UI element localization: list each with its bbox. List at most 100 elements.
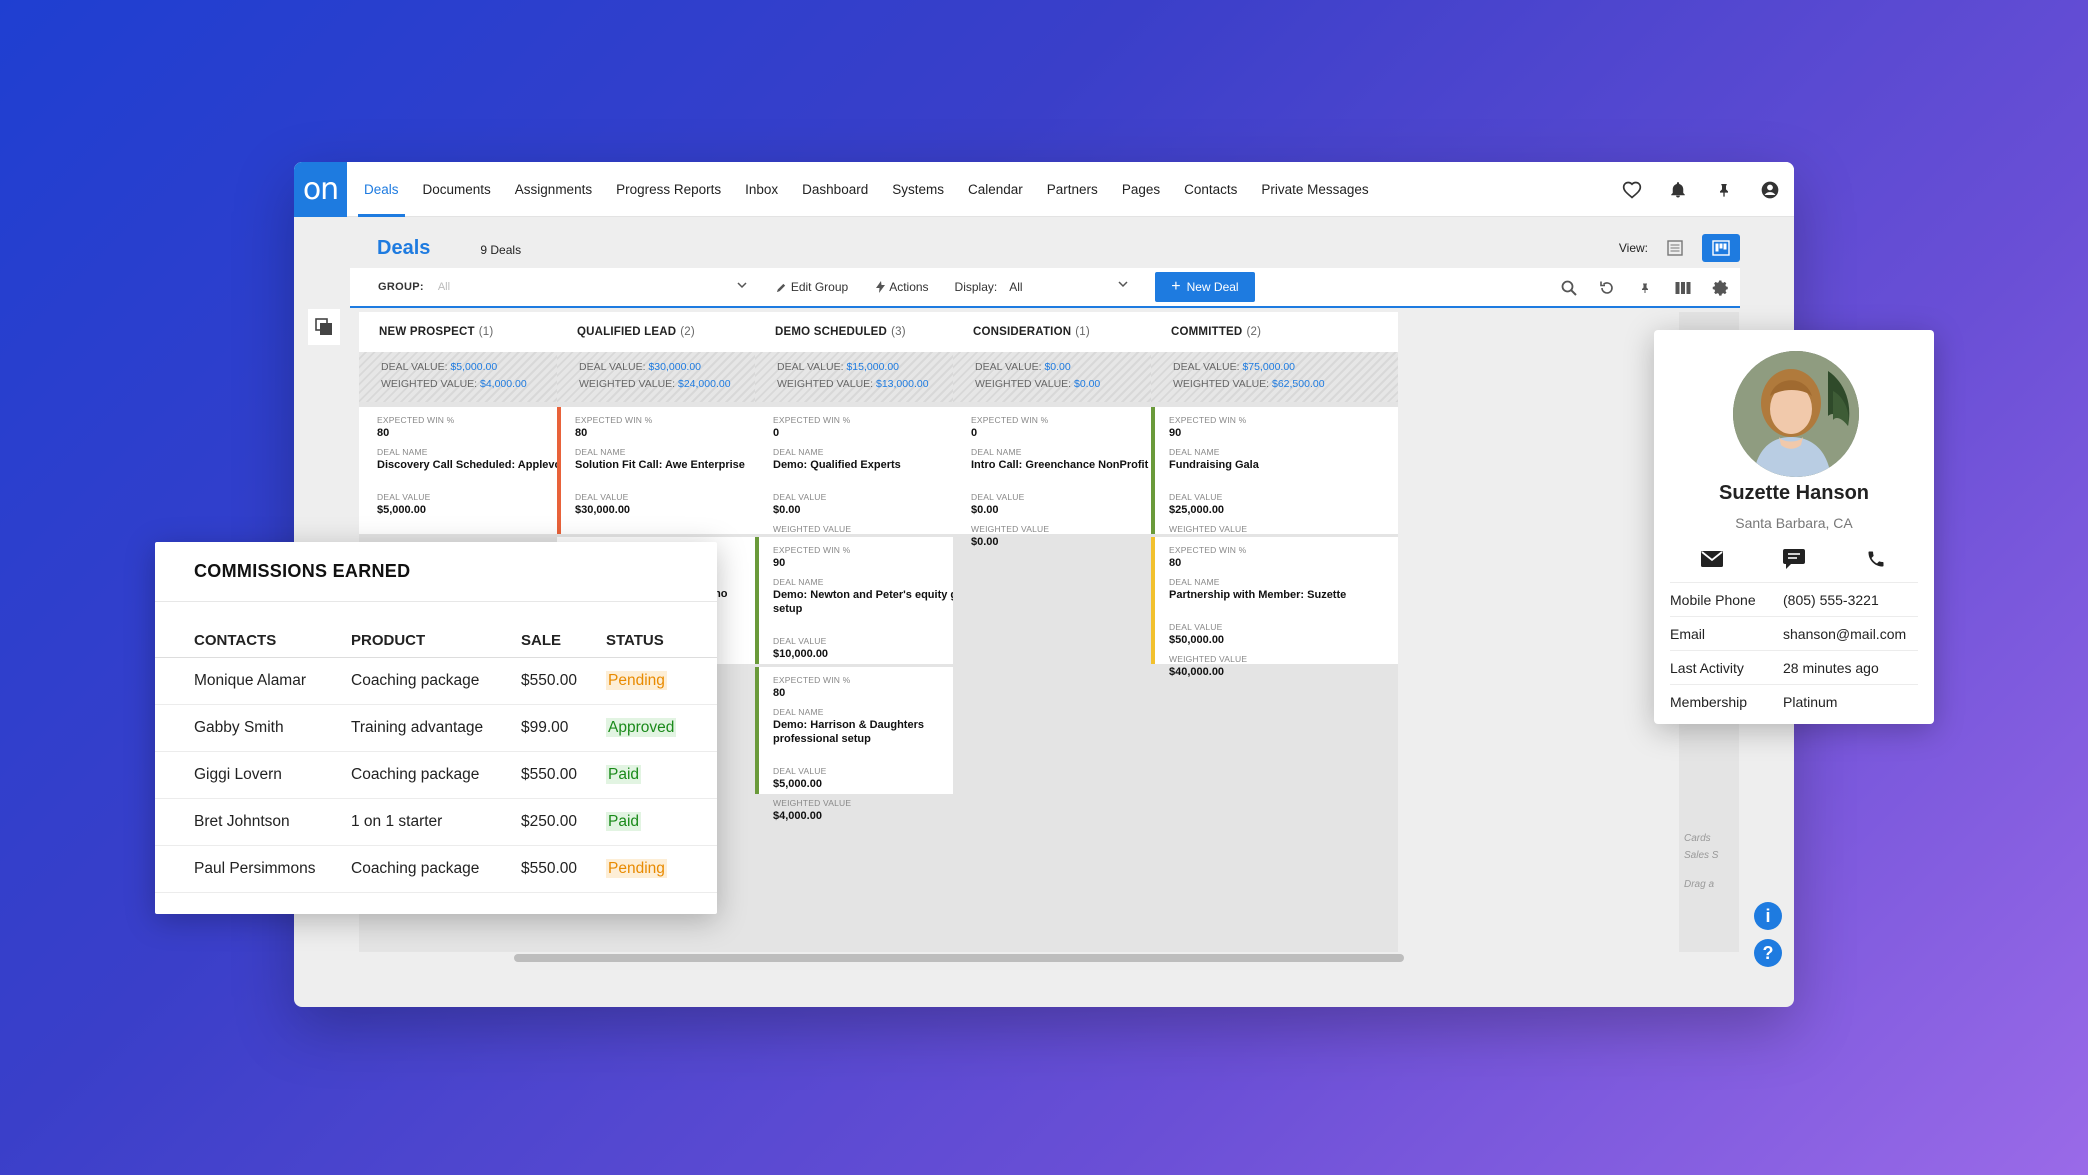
- board-view-icon: [1712, 240, 1730, 256]
- profile-name: Suzette Hanson: [1718, 482, 1870, 504]
- nav-item-contacts[interactable]: Contacts: [1172, 162, 1249, 217]
- group-select-value: All: [437, 281, 451, 293]
- display-select[interactable]: All: [1009, 280, 1129, 294]
- product-name: 1 on 1 starter: [351, 813, 443, 830]
- commissions-row[interactable]: Gabby Smith Training advantage $99.00 Appro…: [155, 705, 717, 752]
- nav-item-inbox[interactable]: Inbox: [733, 162, 790, 217]
- status-cell: Approved: [606, 718, 716, 737]
- avatar: [1733, 351, 1859, 477]
- commissions-header-row: CONTACTS PRODUCT SALE STATUS: [155, 624, 717, 658]
- column-count: (2): [680, 326, 695, 338]
- copy-icon: [315, 318, 332, 335]
- nav-item-dashboard[interactable]: Dashboard: [790, 162, 880, 217]
- user-circle-icon[interactable]: [1758, 178, 1782, 202]
- deal-name-label: DEAL NAME: [1169, 577, 1220, 587]
- column-title: DEMO SCHEDULED: [775, 326, 888, 338]
- expected-win-label: EXPECTED WIN %: [1169, 545, 1247, 555]
- board-view-button[interactable]: [1702, 234, 1740, 262]
- lightning-icon: [876, 281, 886, 293]
- status-badge: Pending: [606, 671, 667, 690]
- commissions-row[interactable]: Bret Johntson 1 on 1 starter $250.00 Paid: [155, 799, 717, 846]
- nav-item-pages[interactable]: Pages: [1110, 162, 1172, 217]
- nav-item-private-messages[interactable]: Private Messages: [1249, 162, 1380, 217]
- nav-item-systems[interactable]: Systems: [880, 162, 956, 217]
- horizontal-scrollbar[interactable]: [514, 954, 1404, 962]
- profile-field-row: Mobile Phone (805) 555-3221: [1670, 582, 1918, 616]
- profile-field-value[interactable]: shanson@mail.com: [1783, 626, 1906, 642]
- profile-field-row: Last Activity 28 minutes ago: [1670, 650, 1918, 684]
- logo[interactable]: on: [294, 162, 347, 217]
- profile-actions: [1699, 546, 1889, 572]
- weighted-value-label: WEIGHTED VALUE: [1169, 524, 1248, 534]
- profile-location: Santa Barbara, CA: [1735, 515, 1853, 531]
- mail-icon[interactable]: [1699, 546, 1725, 572]
- heart-icon[interactable]: [1620, 178, 1644, 202]
- chat-icon[interactable]: [1781, 546, 1807, 572]
- weighted-value-label: WEIGHTED VALUE:: [1173, 378, 1270, 390]
- commissions-row[interactable]: Paul Persimmons Coaching package $550.00 Pe…: [155, 846, 717, 893]
- weighted-value-summary: WEIGHTED VALUE: $4,000.00: [381, 376, 584, 393]
- nav-item-partners[interactable]: Partners: [1035, 162, 1110, 217]
- columns-icon[interactable]: [1672, 277, 1694, 299]
- weighted-value-label: WEIGHTED VALUE: [1169, 654, 1248, 664]
- commissions-row[interactable]: Monique Alamar Coaching package $550.00 Pen…: [155, 658, 717, 705]
- toolbar: GROUP: All Edit Group Actions Display: A…: [350, 268, 1740, 308]
- column-count: (3): [891, 326, 906, 338]
- display-label: Display:: [954, 280, 998, 294]
- page-header: Deals 9 Deals: [377, 237, 521, 260]
- search-icon[interactable]: [1558, 277, 1580, 299]
- commissions-header-cell: SALE: [521, 632, 562, 649]
- commissions-row[interactable]: Giggi Lovern Coaching package $550.00 Paid: [155, 752, 717, 799]
- weighted-value-amount: $62,500.00: [1272, 378, 1325, 390]
- profile-field-value[interactable]: (805) 555-3221: [1783, 592, 1879, 608]
- profile-field-label: Email: [1670, 625, 1706, 642]
- help-icon[interactable]: ?: [1754, 939, 1782, 967]
- refresh-icon[interactable]: [1596, 277, 1618, 299]
- expected-win-label: EXPECTED WIN %: [1169, 415, 1247, 425]
- contact-name: Giggi Lovern: [194, 766, 282, 783]
- gear-icon[interactable]: [1710, 277, 1732, 299]
- list-view-button[interactable]: [1656, 234, 1694, 262]
- profile-field-label: Membership: [1670, 693, 1748, 710]
- display-select-value: All: [1009, 280, 1023, 294]
- deal-value-amount: $5,000.00: [450, 361, 498, 373]
- deal-count: 9 Deals: [480, 243, 522, 257]
- nav-item-documents[interactable]: Documents: [411, 162, 503, 217]
- pin-icon[interactable]: [1634, 277, 1656, 299]
- profile-field-label: Mobile Phone: [1670, 591, 1756, 608]
- nav-item-assignments[interactable]: Assignments: [503, 162, 604, 217]
- nav-item-calendar[interactable]: Calendar: [956, 162, 1035, 217]
- commissions-card: COMMISSIONS EARNED CONTACTS PRODUCT SALE ST…: [155, 542, 717, 914]
- partial-line: Sales S: [1684, 850, 1719, 861]
- deal-name-label: DEAL NAME: [1169, 447, 1220, 457]
- list-view-icon: [1667, 240, 1683, 256]
- toolbar-icons: [1558, 268, 1732, 308]
- pencil-icon: [776, 283, 785, 292]
- expected-win-value: 90: [1169, 427, 1182, 439]
- deal-value-label: DEAL VALUE:: [579, 361, 646, 373]
- sidebar-toggle[interactable]: [308, 309, 340, 345]
- actions-button[interactable]: Actions: [876, 280, 929, 294]
- new-deal-button[interactable]: + New Deal: [1155, 272, 1255, 302]
- deal-value-label: DEAL VALUE:: [1173, 361, 1240, 373]
- status-badge: Paid: [606, 812, 642, 831]
- bell-icon[interactable]: [1666, 178, 1690, 202]
- weighted-value-value: $40,000.00: [1169, 666, 1225, 678]
- profile-card: Suzette Hanson Santa Barbara, CA Mobile …: [1654, 330, 1934, 724]
- deal-card[interactable]: EXPECTED WIN % 90 DEAL NAME Fundraising Gal…: [1151, 407, 1398, 548]
- contact-name: Monique Alamar: [194, 672, 307, 689]
- deal-card[interactable]: EXPECTED WIN % 80 DEAL NAME Partnership wit…: [1151, 537, 1398, 678]
- nav-item-deals[interactable]: Deals: [352, 162, 411, 217]
- group-select[interactable]: All: [438, 281, 748, 293]
- column-header[interactable]: COMMITTED (2): [1151, 312, 1398, 352]
- edit-group-button[interactable]: Edit Group: [776, 280, 848, 294]
- profile-field-row: Membership Platinum: [1670, 684, 1918, 718]
- weighted-value-amount: $13,000.00: [876, 378, 929, 390]
- nav-item-progress-reports[interactable]: Progress Reports: [604, 162, 733, 217]
- phone-icon[interactable]: [1863, 546, 1889, 572]
- pin-icon[interactable]: [1712, 178, 1736, 202]
- product-name: Training advantage: [351, 719, 484, 736]
- info-icon[interactable]: i: [1754, 902, 1782, 930]
- deal-value-label: DEAL VALUE:: [777, 361, 844, 373]
- contact-name: Bret Johntson: [194, 813, 290, 830]
